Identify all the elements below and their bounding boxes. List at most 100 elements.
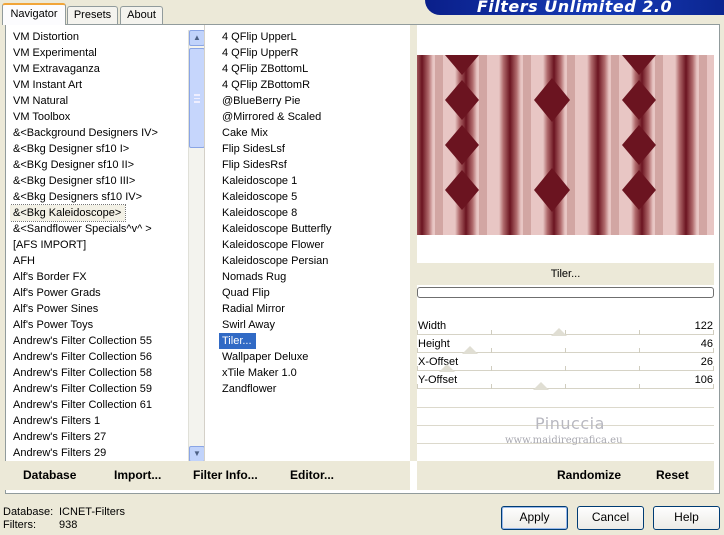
param-row-empty	[417, 390, 714, 408]
status-database-label: Database:	[3, 506, 54, 518]
category-list-item[interactable]: Andrew's Filters 1	[10, 413, 192, 429]
slider-thumb-icon[interactable]	[462, 346, 478, 354]
editor-button[interactable]: Editor...	[290, 468, 334, 482]
param-value: 106	[694, 374, 713, 386]
category-scrollbar[interactable]: ▲ ▼	[188, 30, 205, 462]
category-list-item[interactable]: Alf's Border FX	[10, 269, 192, 285]
category-list-item[interactable]: Andrew's Filter Collection 58	[10, 365, 192, 381]
category-list-item[interactable]: VM Toolbox	[10, 109, 192, 125]
category-list-item[interactable]: &<Bkg Designers sf10 IV>	[10, 189, 192, 205]
slider-thumb-icon[interactable]	[533, 382, 549, 390]
filter-list-item[interactable]: Kaleidoscope 8	[219, 205, 409, 221]
slider-tick	[639, 348, 640, 353]
filter-list-item[interactable]: Kaleidoscope Flower	[219, 237, 409, 253]
category-list-item[interactable]: Andrew's Filter Collection 56	[10, 349, 192, 365]
reset-button[interactable]: Reset	[656, 468, 689, 482]
filter-list-item[interactable]: Zandflower	[219, 381, 409, 397]
category-list-item[interactable]: &<Sandflower Specials^v^ >	[10, 221, 192, 237]
param-label: Width	[418, 320, 447, 332]
preview-image	[417, 55, 714, 235]
filter-list-item[interactable]: Flip SidesLsf	[219, 141, 409, 157]
filter-name-label: Tiler...	[417, 263, 714, 285]
category-list-item[interactable]: &<Background Designers IV>	[10, 125, 192, 141]
filter-list-item[interactable]: 4 QFlip ZBottomR	[219, 77, 409, 93]
slider-tick	[491, 348, 492, 353]
right-button-bar: Randomize Reset	[417, 461, 714, 490]
slider-tick	[639, 330, 640, 335]
category-list-item[interactable]: Alf's Power Sines	[10, 301, 192, 317]
filter-list-item[interactable]: Swirl Away	[219, 317, 409, 333]
category-list-item[interactable]: Alf's Power Grads	[10, 285, 192, 301]
tab-presets[interactable]: Presets	[67, 6, 118, 24]
filter-list-item[interactable]: Kaleidoscope 1	[219, 173, 409, 189]
randomize-button[interactable]: Randomize	[557, 468, 621, 482]
slider-tick	[713, 330, 714, 335]
slider-tick	[639, 384, 640, 389]
filter-list-item[interactable]: Wallpaper Deluxe	[219, 349, 409, 365]
apply-button[interactable]: Apply	[501, 506, 568, 530]
category-list-item[interactable]: VM Extravaganza	[10, 61, 192, 77]
slider-tick	[565, 384, 566, 389]
category-list-item[interactable]: &<Bkg Kaleidoscope>	[10, 204, 127, 222]
category-list-item[interactable]: Andrew's Filter Collection 59	[10, 381, 192, 397]
category-list-item[interactable]: VM Natural	[10, 93, 192, 109]
slider-tick	[565, 366, 566, 371]
param-value: 122	[694, 320, 713, 332]
category-list-item[interactable]: &<BKg Designer sf10 II>	[10, 157, 192, 173]
cancel-button[interactable]: Cancel	[577, 506, 644, 530]
scroll-up-icon[interactable]: ▲	[189, 30, 205, 46]
category-list-item[interactable]: &<Bkg Designer sf10 III>	[10, 173, 192, 189]
category-list-item[interactable]: Alf's Power Toys	[10, 317, 192, 333]
category-list-item[interactable]: VM Experimental	[10, 45, 192, 61]
category-list-item[interactable]: &<Bkg Designer sf10 I>	[10, 141, 192, 157]
param-value: 46	[700, 338, 713, 350]
filter-list-item[interactable]: Quad Flip	[219, 285, 409, 301]
slider-tick	[491, 330, 492, 335]
filter-list-item[interactable]: Cake Mix	[219, 125, 409, 141]
tab-navigator[interactable]: Navigator	[2, 3, 66, 25]
import-button[interactable]: Import...	[114, 468, 161, 482]
slider-thumb-icon[interactable]	[551, 328, 567, 336]
filter-list-item[interactable]: 4 QFlip UpperR	[219, 45, 409, 61]
category-list-item[interactable]: Andrew's Filter Collection 55	[10, 333, 192, 349]
filter-list-item[interactable]: @Mirrored & Scaled	[219, 109, 409, 125]
scroll-down-icon[interactable]: ▼	[189, 446, 205, 462]
filter-info-button[interactable]: Filter Info...	[193, 468, 258, 482]
filter-list-item[interactable]: Flip SidesRsf	[219, 157, 409, 173]
left-button-bar: Database Import... Filter Info... Editor…	[5, 461, 410, 490]
filter-list-item[interactable]: Radial Mirror	[219, 301, 409, 317]
category-list-item[interactable]: VM Instant Art	[10, 77, 192, 93]
help-button[interactable]: Help	[653, 506, 720, 530]
status-filters-value: 938	[59, 519, 78, 531]
filter-list-item[interactable]: @BlueBerry Pie	[219, 93, 409, 109]
param-row-x-offset[interactable]: X-Offset 26	[417, 354, 714, 372]
category-list-item[interactable]: AFH	[10, 253, 192, 269]
slider-tick	[491, 384, 492, 389]
param-row-width[interactable]: Width 122	[417, 318, 714, 336]
category-list-item[interactable]: Andrew's Filters 29	[10, 445, 192, 461]
filter-list-item[interactable]: 4 QFlip ZBottomL	[219, 61, 409, 77]
param-row-y-offset[interactable]: Y-Offset 106	[417, 372, 714, 390]
category-list[interactable]: VM Distortion VM Experimental VM Extravaga…	[10, 29, 192, 461]
param-row-height[interactable]: Height 46	[417, 336, 714, 354]
progress-bar	[417, 287, 714, 298]
filter-list-item[interactable]: Nomads Rug	[219, 269, 409, 285]
filter-list-item[interactable]: Kaleidoscope Butterfly	[219, 221, 409, 237]
scroll-thumb[interactable]	[189, 48, 205, 148]
preview-pattern	[417, 55, 714, 235]
filter-list[interactable]: 4 QFlip UpperL 4 QFlip UpperR 4 QFlip ZBot…	[219, 29, 409, 461]
category-list-item[interactable]: Andrew's Filters 27	[10, 429, 192, 445]
filter-list-item[interactable]: Kaleidoscope 5	[219, 189, 409, 205]
filter-list-item[interactable]: Kaleidoscope Persian	[219, 253, 409, 269]
database-button[interactable]: Database	[23, 468, 76, 482]
category-list-item[interactable]: [AFS IMPORT]	[10, 237, 192, 253]
filter-list-item[interactable]: 4 QFlip UpperL	[219, 29, 409, 45]
slider-tick	[417, 384, 418, 389]
param-label: Y-Offset	[418, 374, 458, 386]
category-list-item[interactable]: Andrew's Filter Collection 61	[10, 397, 192, 413]
tab-about[interactable]: About	[120, 6, 163, 24]
filter-list-item[interactable]: Tiler...	[219, 333, 256, 349]
filter-list-item[interactable]: xTile Maker 1.0	[219, 365, 409, 381]
category-list-item[interactable]: VM Distortion	[10, 29, 192, 45]
slider-thumb-icon[interactable]	[439, 364, 455, 372]
